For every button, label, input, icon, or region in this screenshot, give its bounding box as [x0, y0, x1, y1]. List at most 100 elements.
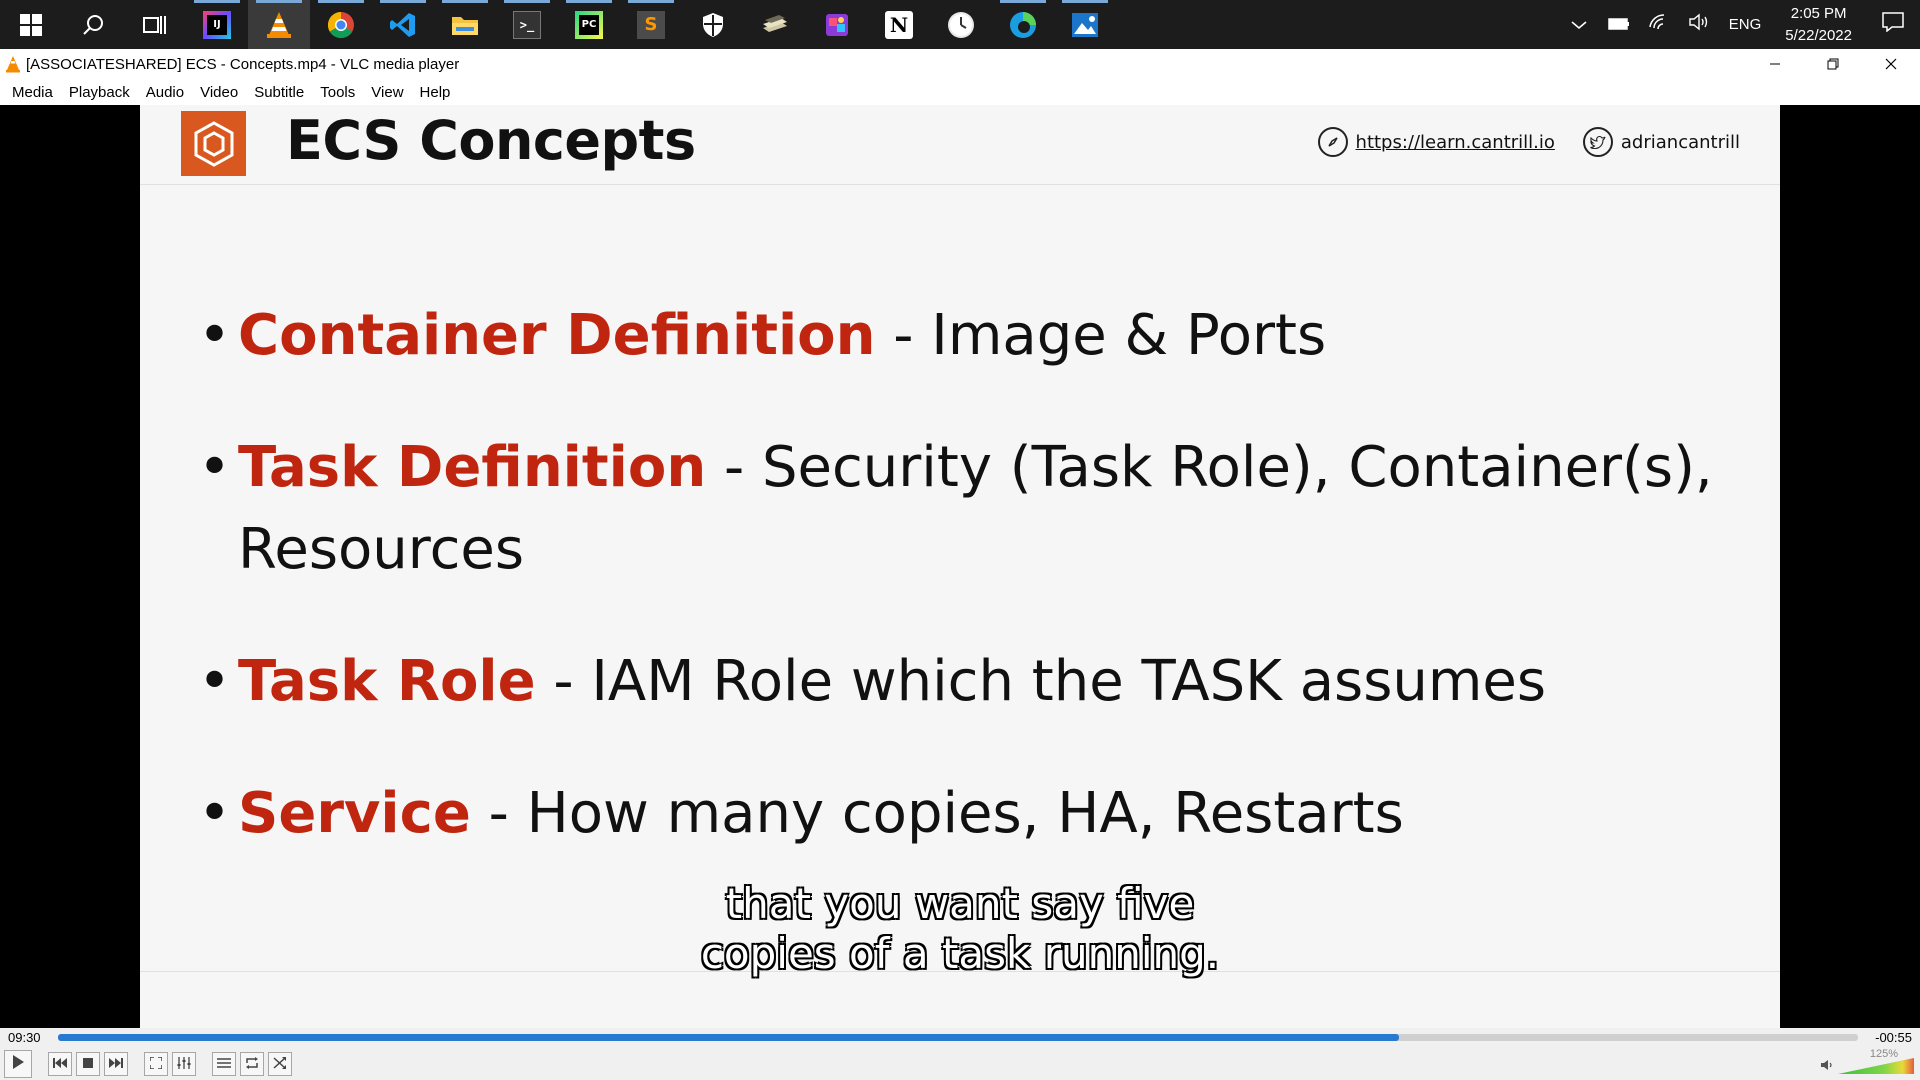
extended-settings-button[interactable] [172, 1052, 196, 1076]
folder-icon [451, 11, 479, 39]
intellij-icon: IJ [203, 10, 231, 39]
window-titlebar[interactable]: [ASSOCIATESHARED] ECS - Concepts.mp4 - V… [0, 49, 1920, 79]
subtitle-line-1: that you want say five [725, 878, 1195, 929]
volume-speaker-icon[interactable] [1820, 1059, 1834, 1074]
action-center-button[interactable] [1866, 0, 1920, 49]
clock-time: 2:05 PM [1790, 4, 1847, 22]
menu-audio[interactable]: Audio [138, 84, 192, 101]
menu-view[interactable]: View [363, 84, 411, 101]
time-elapsed[interactable]: 09:30 [8, 1030, 41, 1045]
search-icon [79, 11, 107, 39]
task-view-icon [141, 11, 169, 39]
task-view-button[interactable] [124, 0, 186, 49]
taskbar-photo[interactable] [806, 0, 868, 49]
loop-button[interactable] [240, 1052, 264, 1076]
bullet-description: - IAM Role which the TASK assumes [535, 649, 1547, 714]
volume-control: 125% [1820, 1048, 1914, 1074]
clock-icon [947, 11, 975, 39]
twitter-icon [1582, 127, 1613, 157]
taskbar-photos[interactable] [1054, 0, 1116, 49]
taskbar-terminal[interactable]: >_ [496, 0, 558, 49]
start-button[interactable] [0, 0, 62, 49]
menu-tools[interactable]: Tools [312, 84, 363, 101]
minimize-button[interactable] [1746, 49, 1804, 79]
skip-previous-icon [53, 1057, 67, 1071]
taskbar-pycharm[interactable]: PC [558, 0, 620, 49]
wifi-icon [1648, 13, 1670, 36]
taskbar-stack[interactable] [744, 0, 806, 49]
notion-icon: N [885, 10, 913, 39]
tray-overflow-button[interactable] [1559, 0, 1599, 49]
taskbar-notion[interactable]: N [868, 0, 930, 49]
time-remaining[interactable]: -00:55 [1875, 1030, 1912, 1045]
bullet-description: - Image & Ports [875, 303, 1327, 368]
compass-icon [1317, 127, 1348, 157]
chrome-icon [327, 11, 355, 39]
playback-controls: 09:30 -00:55 125% [0, 1028, 1920, 1080]
shuffle-icon [273, 1056, 287, 1072]
next-button[interactable] [104, 1052, 128, 1076]
stop-button[interactable] [76, 1052, 100, 1076]
window-title: [ASSOCIATESHARED] ECS - Concepts.mp4 - V… [26, 55, 460, 73]
close-button[interactable] [1862, 49, 1920, 79]
battery-indicator[interactable] [1599, 0, 1639, 49]
taskbar-clock-app[interactable] [930, 0, 992, 49]
taskbar-intellij[interactable]: IJ [186, 0, 248, 49]
search-button[interactable] [62, 0, 124, 49]
volume-level-fill [1838, 1058, 1914, 1074]
system-clock[interactable]: 2:05 PM 5/22/2022 [1771, 3, 1866, 47]
volume-indicator[interactable] [1679, 0, 1719, 49]
taskbar-file-explorer[interactable] [434, 0, 496, 49]
menu-help[interactable]: Help [412, 84, 459, 101]
fullscreen-icon [149, 1055, 163, 1072]
close-icon [1885, 55, 1897, 74]
taskbar-chrome[interactable] [310, 0, 372, 49]
terminal-icon: >_ [513, 10, 541, 39]
slide-header: ECS Concepts https://learn.cantrill.io a… [140, 105, 1780, 185]
menu-subtitle[interactable]: Subtitle [246, 84, 312, 101]
site-link-item: https://learn.cantrill.io [1317, 127, 1555, 157]
notification-icon [1882, 12, 1904, 37]
slide-links: https://learn.cantrill.io adriancantrill [1317, 127, 1740, 157]
volume-slider[interactable]: 125% [1838, 1048, 1914, 1074]
taskbar-vlc[interactable] [248, 0, 310, 49]
play-button[interactable] [4, 1050, 32, 1078]
subtitle-line-2: copies of a task running. [700, 928, 1220, 979]
windows-logo-icon [17, 11, 45, 39]
previous-button[interactable] [48, 1052, 72, 1076]
equalizer-icon [177, 1056, 191, 1072]
vlc-cone-icon [265, 11, 293, 39]
bullet-term: Task Definition [238, 435, 707, 500]
chevron-up-icon [1571, 14, 1587, 35]
seek-bar[interactable] [58, 1034, 1858, 1041]
network-indicator[interactable] [1639, 0, 1679, 49]
image-editor-icon [823, 11, 851, 39]
stack-icon [761, 11, 789, 39]
shuffle-button[interactable] [268, 1052, 292, 1076]
shield-icon [699, 11, 727, 39]
menu-video[interactable]: Video [192, 84, 246, 101]
video-area[interactable]: ECS Concepts https://learn.cantrill.io a… [0, 105, 1920, 1028]
taskbar-security[interactable] [682, 0, 744, 49]
taskbar-sublime[interactable]: S [620, 0, 682, 49]
subtitle-overlay: that you want say five copies of a task … [0, 878, 1920, 979]
input-language[interactable]: ENG [1719, 16, 1772, 33]
skip-next-icon [109, 1057, 123, 1071]
restore-button[interactable] [1804, 49, 1862, 79]
taskbar-vscode[interactable] [372, 0, 434, 49]
list-item: Task Definition - Security (Task Role), … [198, 427, 1738, 591]
menu-playback[interactable]: Playback [61, 84, 138, 101]
list-item: Service - How many copies, HA, Restarts [198, 773, 1738, 855]
site-link: https://learn.cantrill.io [1355, 131, 1555, 153]
volume-percentage: 125% [1869, 1048, 1898, 1060]
photos-icon [1071, 11, 1099, 39]
twitter-handle: adriancantrill [1620, 131, 1740, 153]
control-buttons [4, 1050, 292, 1078]
bullet-term: Service [238, 781, 471, 846]
menu-media[interactable]: Media [4, 84, 61, 101]
stop-icon [83, 1057, 93, 1071]
fullscreen-button[interactable] [144, 1052, 168, 1076]
bullet-term: Task Role [238, 649, 536, 714]
playlist-button[interactable] [212, 1052, 236, 1076]
taskbar-edge[interactable] [992, 0, 1054, 49]
